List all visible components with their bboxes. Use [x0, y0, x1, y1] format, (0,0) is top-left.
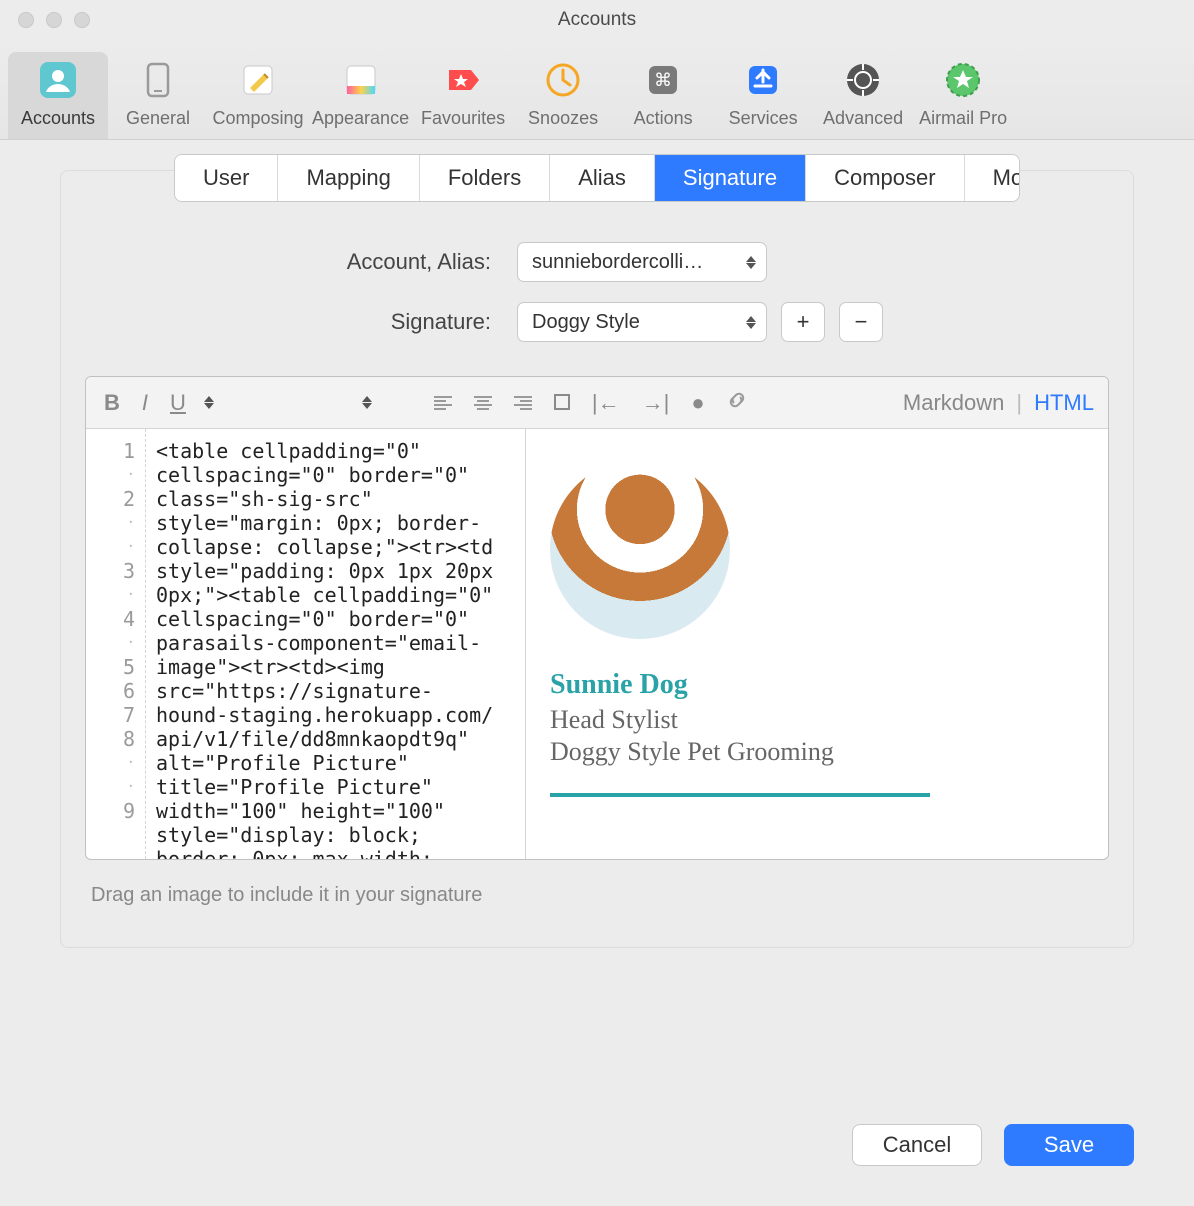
services-icon [741, 58, 785, 102]
account-alias-select[interactable]: sunniebordercolli… [517, 242, 767, 282]
editor-toolbar: B I U |← →| ● Markdown | HTML [86, 377, 1108, 429]
window-title: Accounts [0, 9, 1194, 31]
toolbar-item-actions[interactable]: ⌘ Actions [613, 52, 713, 139]
favourites-icon [441, 58, 485, 102]
toolbar-label: Services [729, 108, 798, 129]
font-stepper[interactable] [204, 396, 214, 409]
link-button[interactable] [723, 390, 751, 416]
toolbar-item-services[interactable]: Services [713, 52, 813, 139]
signature-value: Doggy Style [532, 311, 640, 334]
indent-button[interactable]: →| [638, 390, 674, 416]
titlebar: Accounts [0, 0, 1194, 40]
preview-name: Sunnie Dog [550, 669, 1084, 701]
toolbar-label: Accounts [21, 108, 95, 129]
toolbar-item-appearance[interactable]: Appearance [308, 52, 413, 139]
general-icon [136, 58, 180, 102]
toolbar-item-airmail-pro[interactable]: Airmail Pro [913, 52, 1013, 139]
cancel-button[interactable]: Cancel [852, 1124, 982, 1166]
composing-icon [236, 58, 280, 102]
select-arrows-icon [746, 256, 756, 269]
toolbar-label: Favourites [421, 108, 505, 129]
actions-icon: ⌘ [641, 58, 685, 102]
bold-button[interactable]: B [100, 390, 124, 416]
signature-select-label: Signature: [217, 309, 517, 335]
account-alias-label: Account, Alias: [217, 249, 517, 275]
html-mode-button[interactable]: HTML [1034, 390, 1094, 416]
account-tabs: User Mapping Folders Alias Signature Com… [174, 154, 1020, 202]
markdown-mode-button[interactable]: Markdown [903, 390, 1004, 416]
account-alias-value: sunniebordercolli… [532, 251, 703, 274]
toolbar-label: Advanced [823, 108, 903, 129]
preview-divider [550, 793, 930, 797]
appearance-icon [339, 58, 383, 102]
line-gutter: 1·2··3·4·5678··9 [86, 429, 146, 859]
snoozes-icon [541, 58, 585, 102]
toolbar-label: Appearance [312, 108, 409, 129]
avatar-image [550, 459, 730, 639]
footer-buttons: Cancel Save [852, 1124, 1134, 1166]
tab-alias[interactable]: Alias [550, 155, 655, 201]
toolbar-item-accounts[interactable]: Accounts [8, 52, 108, 139]
tab-folders[interactable]: Folders [420, 155, 550, 201]
preferences-toolbar: Accounts General Composing Appearance Fa… [0, 40, 1194, 140]
toolbar-item-snoozes[interactable]: Snoozes [513, 52, 613, 139]
tab-composer[interactable]: Composer [806, 155, 964, 201]
code-text[interactable]: <table cellpadding="0" cellspacing="0" b… [146, 429, 525, 859]
add-signature-button[interactable]: + [781, 302, 825, 342]
toolbar-label: Airmail Pro [919, 108, 1007, 129]
toolbar-label: Actions [634, 108, 693, 129]
toolbar-item-general[interactable]: General [108, 52, 208, 139]
size-stepper[interactable] [362, 396, 372, 409]
tab-mapping[interactable]: Mapping [278, 155, 419, 201]
save-button[interactable]: Save [1004, 1124, 1134, 1166]
border-button[interactable] [550, 390, 574, 416]
align-center-button[interactable] [470, 396, 496, 410]
airmail-pro-icon [941, 58, 985, 102]
italic-button[interactable]: I [138, 390, 152, 416]
select-arrows-icon [746, 316, 756, 329]
toolbar-item-composing[interactable]: Composing [208, 52, 308, 139]
code-pane[interactable]: 1·2··3·4·5678··9 <table cellpadding="0" … [86, 429, 526, 859]
signature-select[interactable]: Doggy Style [517, 302, 767, 342]
preview-title: Head Stylist [550, 705, 1084, 735]
toolbar-item-advanced[interactable]: Advanced [813, 52, 913, 139]
remove-signature-button[interactable]: − [839, 302, 883, 342]
drag-hint: Drag an image to include it in your sign… [91, 884, 1103, 907]
signature-editor: B I U |← →| ● Markdown | HTML [85, 376, 1109, 860]
align-right-button[interactable] [510, 396, 536, 410]
advanced-icon [841, 58, 885, 102]
settings-panel: User Mapping Folders Alias Signature Com… [60, 170, 1134, 948]
underline-button[interactable]: U [166, 390, 190, 416]
bullet-button[interactable]: ● [687, 390, 708, 416]
tab-user[interactable]: User [175, 155, 278, 201]
svg-text:⌘: ⌘ [654, 70, 672, 90]
toolbar-label: Snoozes [528, 108, 598, 129]
accounts-icon [36, 58, 80, 102]
toolbar-label: Composing [212, 108, 303, 129]
tab-more[interactable]: More [965, 155, 1020, 201]
align-left-button[interactable] [430, 396, 456, 410]
tab-signature[interactable]: Signature [655, 155, 806, 201]
toolbar-label: General [126, 108, 190, 129]
preview-company: Doggy Style Pet Grooming [550, 737, 1084, 767]
signature-preview: Sunnie Dog Head Stylist Doggy Style Pet … [526, 429, 1108, 859]
toolbar-item-favourites[interactable]: Favourites [413, 52, 513, 139]
outdent-button[interactable]: |← [588, 390, 624, 416]
